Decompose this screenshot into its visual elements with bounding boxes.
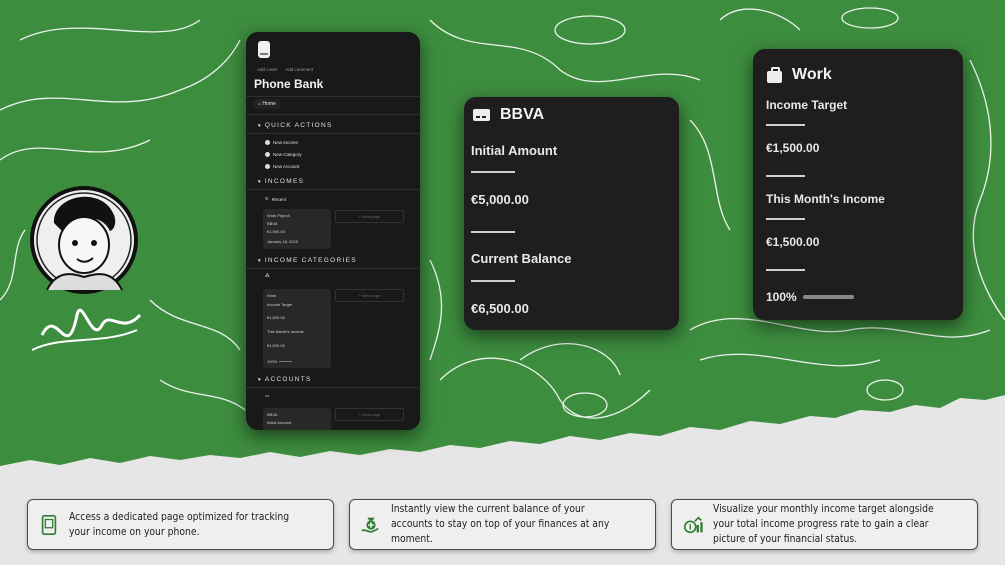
progress-bar: [803, 295, 854, 299]
money-growth-icon: [683, 515, 703, 533]
income-target-label: Income Target: [766, 98, 848, 112]
section-quick-actions[interactable]: ▾ QUICK ACTIONS: [258, 122, 333, 129]
initial-amount-value: €5,000.00: [471, 192, 529, 207]
bbva-account-card: BBVA Initial Amount €5,000.00 Current Ba…: [464, 97, 679, 330]
feature-box-phone: Access a dedicated page optimized for tr…: [27, 499, 334, 550]
account-card[interactable]: BBVA Initial Amount: [263, 408, 331, 430]
this-month-income-value: €1,500.00: [766, 235, 820, 249]
new-page-button[interactable]: + New page: [335, 289, 404, 302]
new-income-button[interactable]: New Income: [265, 140, 298, 145]
new-account-button[interactable]: New Account: [265, 164, 299, 169]
work-category-card: Work Income Target €1,500.00 This Month'…: [753, 49, 963, 320]
income-card[interactable]: Work Payroll BBVA €1,500.00 January 18, …: [263, 209, 331, 249]
recent-view-tab[interactable]: ↻ Recent: [265, 196, 286, 202]
feature-text: Instantly view the current balance of yo…: [391, 503, 610, 545]
section-accounts[interactable]: ▾ ACCOUNTS: [258, 376, 312, 383]
feature-box-balance: Instantly view the current balance of yo…: [349, 499, 656, 550]
page-title: Phone Bank: [254, 77, 324, 91]
phone-page-icon: [258, 41, 270, 58]
new-page-button[interactable]: + New page: [335, 210, 404, 223]
initial-amount-label: Initial Amount: [471, 143, 558, 158]
current-balance-label: Current Balance: [471, 251, 572, 266]
income-target-value: €1,500.00: [766, 141, 820, 155]
add-cover-link[interactable]: Add cover: [257, 67, 277, 72]
card-title: BBVA: [500, 106, 545, 123]
brand-logo: [30, 186, 142, 351]
phone-icon: [41, 514, 57, 535]
phone-mockup: Add cover Add comment Phone Bank ⌂ Home ▾…: [246, 32, 420, 430]
credit-card-icon: [473, 109, 490, 121]
new-category-button[interactable]: New Category: [265, 152, 302, 157]
accounts-view-icon[interactable]: ▭: [265, 393, 269, 399]
current-balance-value: €6,500.00: [471, 301, 529, 316]
progress-percent: 100%: [766, 290, 797, 304]
feature-text: Visualize your monthly income target alo…: [713, 503, 934, 545]
briefcase-icon: [767, 66, 782, 83]
categories-view-icon[interactable]: ⁂: [265, 273, 270, 279]
feature-box-target: Visualize your monthly income target alo…: [671, 499, 978, 550]
this-month-income-label: This Month's Income: [766, 192, 885, 206]
feature-text: Access a dedicated page optimized for tr…: [69, 510, 290, 538]
card-title: Work: [792, 66, 832, 83]
category-card[interactable]: Work Income Target €1,500.00 This Month'…: [263, 289, 331, 368]
home-link[interactable]: ⌂ Home: [254, 99, 280, 109]
section-incomes[interactable]: ▾ INCOMES: [258, 178, 304, 185]
add-comment-link[interactable]: Add comment: [285, 67, 313, 72]
section-income-categories[interactable]: ▾ INCOME CATEGORIES: [258, 257, 357, 264]
new-page-button[interactable]: + New page: [335, 408, 404, 421]
money-hand-icon: [361, 517, 379, 533]
